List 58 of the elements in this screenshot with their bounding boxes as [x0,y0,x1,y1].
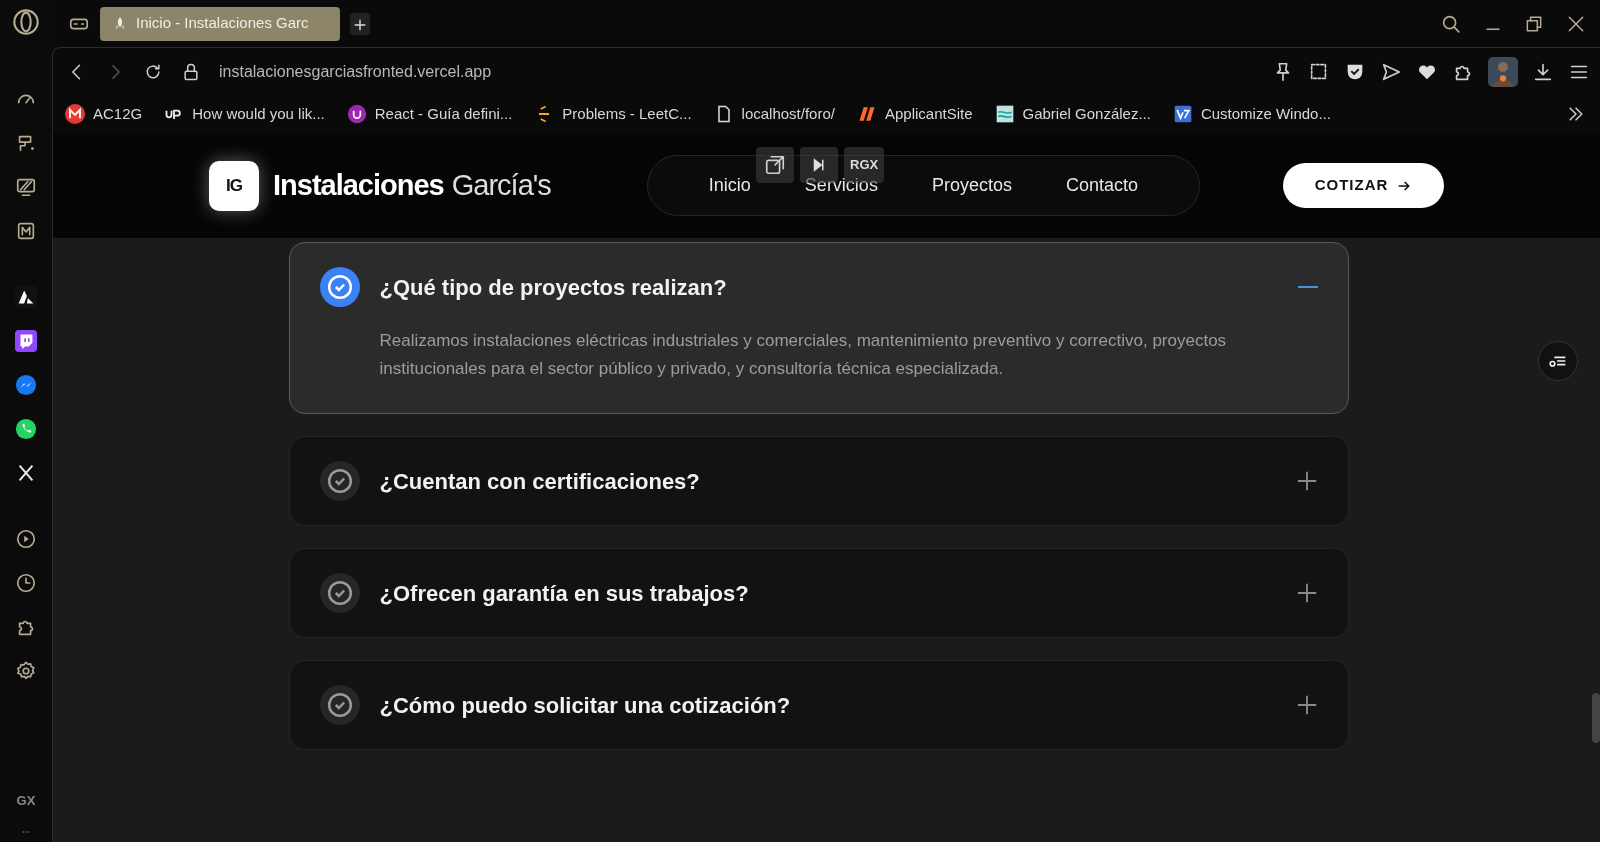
faq-card[interactable] [288,242,1349,414]
bookmark-link[interactable]: React - Guía defini... [346,102,513,126]
chat-tv-icon[interactable] [15,330,37,352]
bookmark-link[interactable]: How would you lik... [164,102,325,126]
plus-icon [1295,582,1318,604]
logo-mark[interactable]: IG [209,160,259,211]
check-circle-icon [319,267,360,307]
messenger-icon[interactable] [15,374,37,396]
clock-icon[interactable] [15,572,37,594]
check-circle-icon [319,685,360,725]
panel-icon[interactable] [15,176,37,198]
scrollbar-thumb[interactable] [1592,693,1600,743]
avatar-icon[interactable] [1488,56,1518,87]
brand-name[interactable]: García's [451,168,551,201]
tab-title: Inicio - Instalaciones Garc [136,13,309,34]
nav-link[interactable]: Inicio [681,172,778,199]
rocket-icon [112,15,128,32]
check-circle-icon [319,573,360,613]
faq-question: ¿Qué tipo de proyectos realizan? [379,273,728,302]
play-icon[interactable] [15,528,37,550]
faq-question: ¿Cuentan con certificaciones? [379,467,701,496]
faq-card[interactable]: ¿Ofrecen garantía en sus trabajos? [288,548,1349,638]
nav-link[interactable]: Proyectos [904,172,1039,199]
minus-icon[interactable] [1297,286,1318,288]
letter-logo-icon [346,104,367,124]
floating-menu-button[interactable] [1538,341,1578,381]
bookmark-link[interactable]: AC12G [65,102,143,126]
check-circle-icon [319,461,360,501]
plus-icon [1295,694,1318,716]
waves-logo-icon [994,104,1015,124]
new-tab-button[interactable] [350,12,370,35]
triangle-logo-icon[interactable] [15,286,37,308]
lock-icon [181,61,201,82]
plus-icon [1295,470,1318,492]
bookmark-link[interactable]: ApplicantSite [856,102,973,126]
faq-answer: Realizamos instalaciones eléctricas industriales y comerciales, mantenimiento preventivo y correctivo, proyectos institucionales para el sector público y privado, y consultoría técnica especializada. [379,330,1228,380]
bookmark-link[interactable]: localhost/foro/ [713,102,835,126]
address-field[interactable]: instalacionesgarciasfronted.vercel.app [219,59,492,84]
faq-question: ¿Ofrecen garantía en sus trabajos? [379,579,750,608]
brand-name[interactable]: Instalaciones [273,168,444,201]
quote-button[interactable]: COTIZAR [1283,163,1444,208]
faq-card[interactable]: ¿Cuentan con certificaciones? [288,436,1349,526]
settings-icon[interactable] [15,660,37,682]
letter-logo-icon [1172,104,1193,124]
nav-link[interactable]: Contacto [1038,172,1165,199]
bookmark-link[interactable]: Problems - LeetC... [534,102,692,126]
plus-icon [353,17,367,32]
bookmark-link[interactable]: Gabriel González... [994,102,1151,126]
browser-logo-icon[interactable] [12,8,40,36]
chip-icon[interactable] [15,220,37,242]
letter-logo-icon [65,104,85,124]
faq-card[interactable]: ¿Cómo puedo solicitar una cotización? [288,660,1349,750]
popout-icon [764,154,786,176]
popout-button[interactable] [756,147,794,183]
sidebar-label: GX [16,791,36,810]
bookmark-link[interactable]: Customize Windo... [1172,102,1331,126]
faq-question: ¿Cómo puedo solicitar una cotización? [379,691,792,720]
phone-chat-icon[interactable] [15,418,37,440]
